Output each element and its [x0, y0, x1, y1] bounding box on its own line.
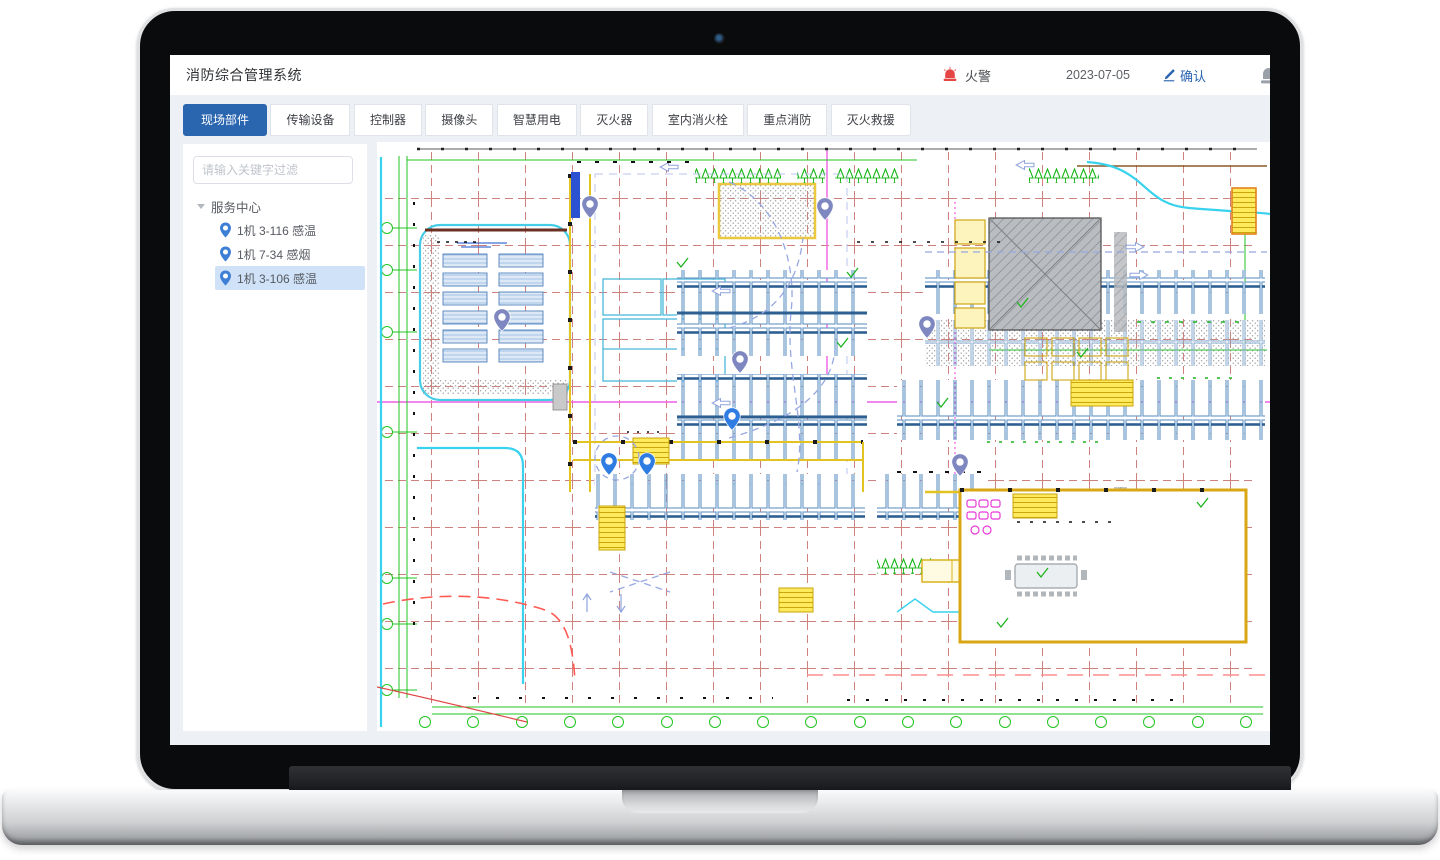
tree-root-label: 服务中心: [211, 197, 261, 216]
tab-controller[interactable]: 控制器: [354, 104, 422, 136]
pin-icon: [219, 270, 232, 286]
laptop-hinge: [289, 766, 1291, 792]
device-tree-panel: 服务中心 1机 3-116 感温 1机 7-34 感烟 1机 3-106 感温: [183, 144, 367, 731]
floor-plan-area: [377, 142, 1270, 731]
collapse-caret-icon[interactable]: [197, 204, 205, 209]
fire-alarm-label: 火警: [965, 66, 991, 85]
tab-smart-power[interactable]: 智慧用电: [497, 104, 577, 136]
tab-camera[interactable]: 摄像头: [425, 104, 493, 136]
tree-item-label: 1机 3-106 感温: [237, 270, 317, 287]
pin-icon: [219, 246, 232, 262]
laptop-base-notch: [622, 790, 818, 813]
tree-item-label: 1机 3-116 感温: [237, 222, 316, 239]
tree-device-item-selected[interactable]: 1机 3-106 感温: [215, 266, 365, 290]
tab-fire-rescue[interactable]: 灭火救援: [831, 104, 911, 136]
tab-key-fire[interactable]: 重点消防: [747, 104, 827, 136]
tab-field-devices[interactable]: 现场部件: [183, 104, 267, 136]
keyword-filter-input[interactable]: [193, 156, 353, 184]
webcam: [714, 33, 725, 44]
tab-extinguisher[interactable]: 灭火器: [580, 104, 648, 136]
confirm-label: 确认: [1180, 66, 1206, 85]
tab-transmission[interactable]: 传输设备: [270, 104, 350, 136]
alarm-siren-icon: [942, 67, 958, 83]
loading-dock: [719, 184, 815, 238]
tree-device-item[interactable]: 1机 7-34 感烟: [215, 242, 365, 266]
app-header: 消防综合管理系统 火警 2023-07-05 确认: [170, 55, 1270, 95]
pen-icon: [1162, 68, 1176, 82]
page: { "window": { "title": "消防综合管理系统" }, "he…: [0, 0, 1440, 860]
page-title: 消防综合管理系统: [186, 55, 302, 95]
pin-icon: [219, 222, 232, 238]
device-category-tabs: 现场部件 传输设备 控制器 摄像头 智慧用电 灭火器 室内消火栓 重点消防 灭火…: [170, 95, 1270, 142]
meeting-room: [960, 490, 1246, 642]
floor-plan-canvas[interactable]: [377, 142, 1270, 731]
fire-alarm-status[interactable]: 火警: [942, 55, 991, 95]
tree-device-item[interactable]: 1机 3-116 感温: [215, 218, 365, 242]
header-date: 2023-07-05: [1066, 55, 1130, 95]
app-window: 消防综合管理系统 火警 2023-07-05 确认: [170, 55, 1270, 745]
corner-alarm-icon[interactable]: [1258, 65, 1270, 92]
confirm-button[interactable]: 确认: [1162, 55, 1206, 95]
tree-item-label: 1机 7-34 感烟: [237, 246, 310, 263]
tab-indoor-hydrant[interactable]: 室内消火栓: [652, 104, 744, 136]
tree-node-service-center[interactable]: 服务中心: [183, 194, 367, 218]
